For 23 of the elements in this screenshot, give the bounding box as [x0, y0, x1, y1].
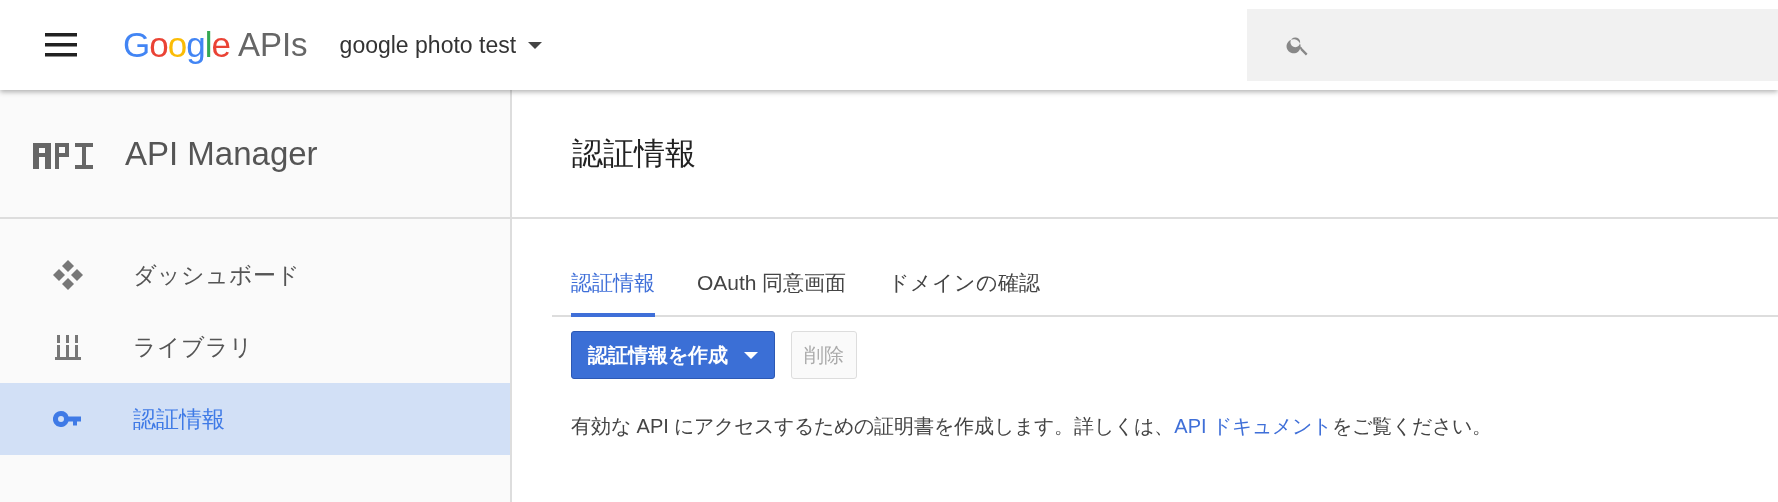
nav-item[interactable]: ダッシュボード — [0, 239, 510, 311]
dashboard-icon — [52, 259, 84, 291]
docs-link[interactable]: API ドキュメント — [1174, 415, 1333, 437]
nav-item[interactable]: ライブラリ — [0, 311, 510, 383]
tab[interactable]: OAuth 同意画面 — [697, 257, 847, 317]
project-selector[interactable]: google photo test — [335, 27, 547, 63]
tab[interactable]: ドメインの確認 — [888, 257, 1041, 317]
key-icon — [53, 411, 83, 427]
caret-icon — [744, 351, 758, 359]
nav-label: ダッシュボード — [133, 260, 300, 290]
nav-label: ライブラリ — [133, 332, 253, 362]
caret-icon — [528, 41, 543, 49]
nav-label: 認証情報 — [133, 404, 225, 434]
description: 有効な API にアクセスするための証明書を作成します。詳しくは、API ドキュメント をご覧ください。 — [571, 414, 1494, 439]
logo: Google — [123, 25, 230, 65]
sidebar-title: API Manager — [125, 134, 318, 173]
search-field[interactable] — [1247, 9, 1778, 81]
tab[interactable]: 認証情報 — [571, 257, 655, 317]
menu-icon[interactable] — [45, 33, 77, 57]
library-icon — [55, 333, 81, 361]
logo-suffix: APIs — [237, 26, 308, 64]
page-title: 認証情報 — [572, 134, 696, 173]
create-credentials-button[interactable]: 認証情報を作成 — [571, 331, 775, 379]
